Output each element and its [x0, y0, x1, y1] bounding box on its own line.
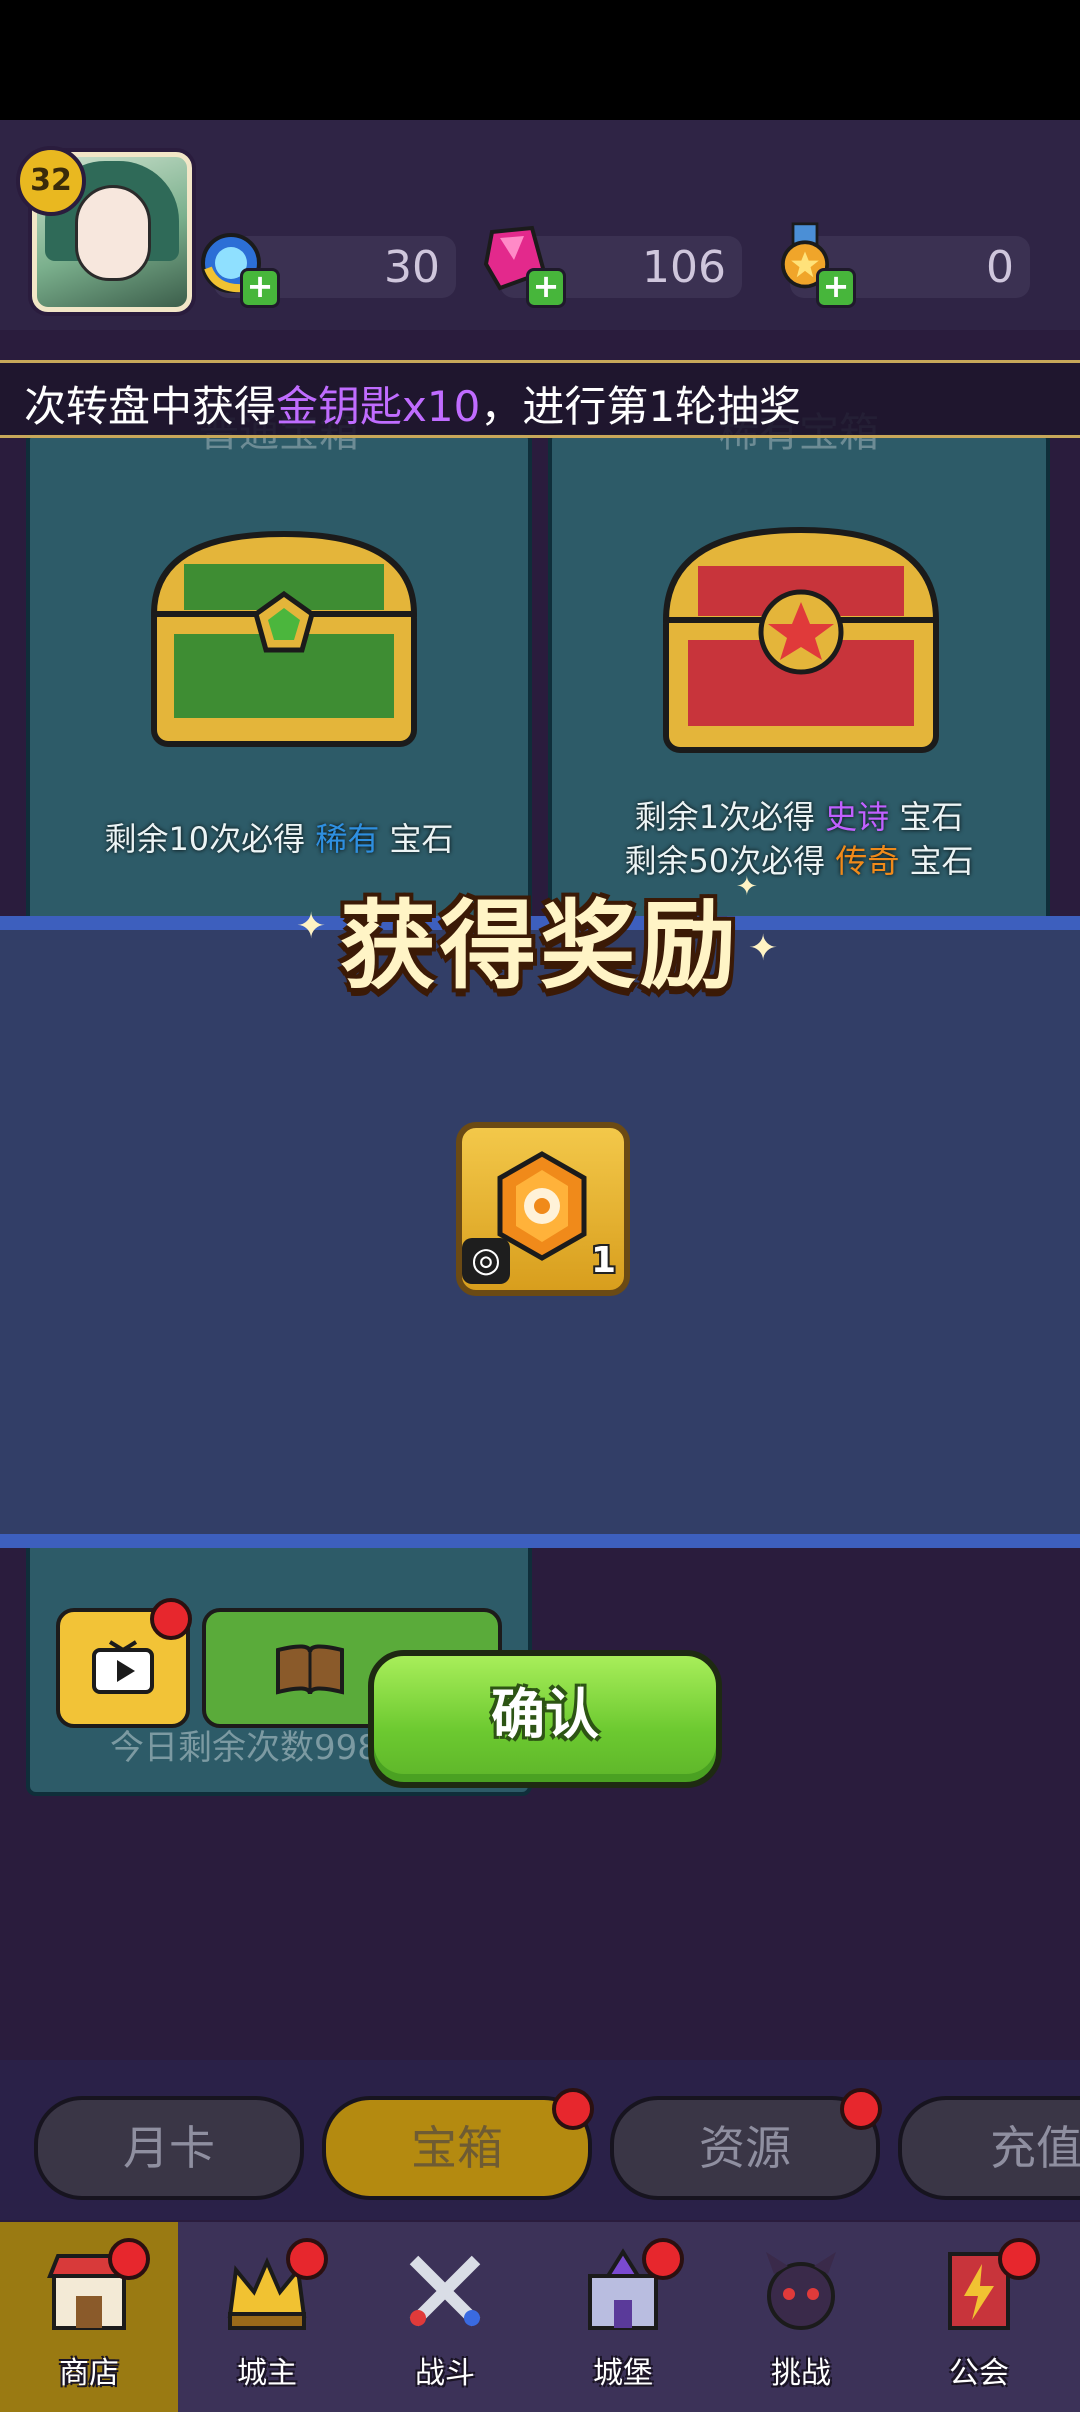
nav-shop-label: 商店	[59, 2356, 119, 2391]
nav-lord[interactable]: 城主	[178, 2222, 356, 2412]
medal-count: 0	[986, 242, 1014, 293]
reward-item-count: 1	[590, 1240, 616, 1281]
add-key-button[interactable]: +	[240, 268, 280, 308]
demon-icon	[766, 2252, 836, 2330]
tab-resources-badge	[840, 2088, 882, 2130]
nav-shop[interactable]: 商店	[0, 2222, 178, 2412]
nav-guild-badge	[998, 2238, 1040, 2280]
book-icon	[276, 1644, 344, 1695]
video-notification-dot	[150, 1598, 192, 1640]
nav-castle[interactable]: 城堡	[534, 2222, 712, 2412]
nav-castle-badge	[642, 2238, 684, 2280]
sparkle-icon: ✦	[748, 928, 779, 969]
add-medal-button[interactable]: +	[816, 268, 856, 308]
rare-chest-guarantee-1: 剩余1次必得 史诗 宝石	[634, 798, 964, 836]
status-bar	[0, 0, 1080, 120]
gem-count: 106	[642, 242, 726, 293]
reward-title: 获得奖励	[340, 890, 740, 1002]
rare-chest-card[interactable]: 稀有宝箱 剩余1次必得 史诗 宝石 剩余50次必得 传奇 宝石	[548, 410, 1050, 928]
nav-challenge-label: 挑战	[771, 2356, 831, 2391]
level-badge: 32	[16, 146, 86, 216]
reward-item-gem[interactable]: ◎ 1	[456, 1122, 630, 1296]
add-gem-button[interactable]: +	[526, 268, 566, 308]
avatar-face	[75, 185, 151, 281]
confirm-button[interactable]: 确认	[368, 1650, 722, 1788]
ring-icon: ◎	[462, 1238, 510, 1284]
nav-shop-badge	[108, 2238, 150, 2280]
nav-lord-label: 城主	[237, 2356, 297, 2391]
tab-monthly-card[interactable]: 月卡	[34, 2096, 304, 2200]
key-count: 30	[384, 242, 440, 293]
sparkle-icon: ✦	[736, 872, 758, 902]
nav-challenge[interactable]: 挑战	[712, 2222, 890, 2412]
normal-chest-card[interactable]: 普通宝箱 剩余10次必得 稀有 宝石	[26, 410, 532, 928]
tab-recharge[interactable]: 充值	[898, 2096, 1080, 2200]
announcement-marquee: 次转盘中获得金钥匙x10，进行第1轮抽奖	[0, 360, 1080, 438]
tab-recharge-label: 充值	[990, 2121, 1080, 2175]
remaining-count: 今日剩余次数998	[110, 1728, 379, 1768]
red-chest-icon	[662, 526, 940, 753]
sparkle-icon: ✦	[296, 906, 327, 947]
watch-video-button[interactable]	[56, 1598, 192, 1728]
nav-battle[interactable]: 战斗	[356, 2222, 534, 2412]
nav-battle-label: 战斗	[415, 2356, 475, 2391]
announcement-text: 次转盘中获得金钥匙x10，进行第1轮抽奖	[24, 382, 802, 431]
swords-icon	[409, 2255, 481, 2327]
normal-chest-guarantee: 剩余10次必得 稀有 宝石	[104, 820, 454, 858]
tab-chest-badge	[552, 2088, 594, 2130]
nav-lord-badge	[286, 2238, 328, 2280]
green-chest-icon	[150, 530, 418, 747]
nav-guild-label: 公会	[949, 2356, 1009, 2391]
nav-guild[interactable]: 公会	[890, 2222, 1068, 2412]
video-icon	[92, 1640, 154, 1694]
nav-castle-label: 城堡	[593, 2356, 653, 2391]
